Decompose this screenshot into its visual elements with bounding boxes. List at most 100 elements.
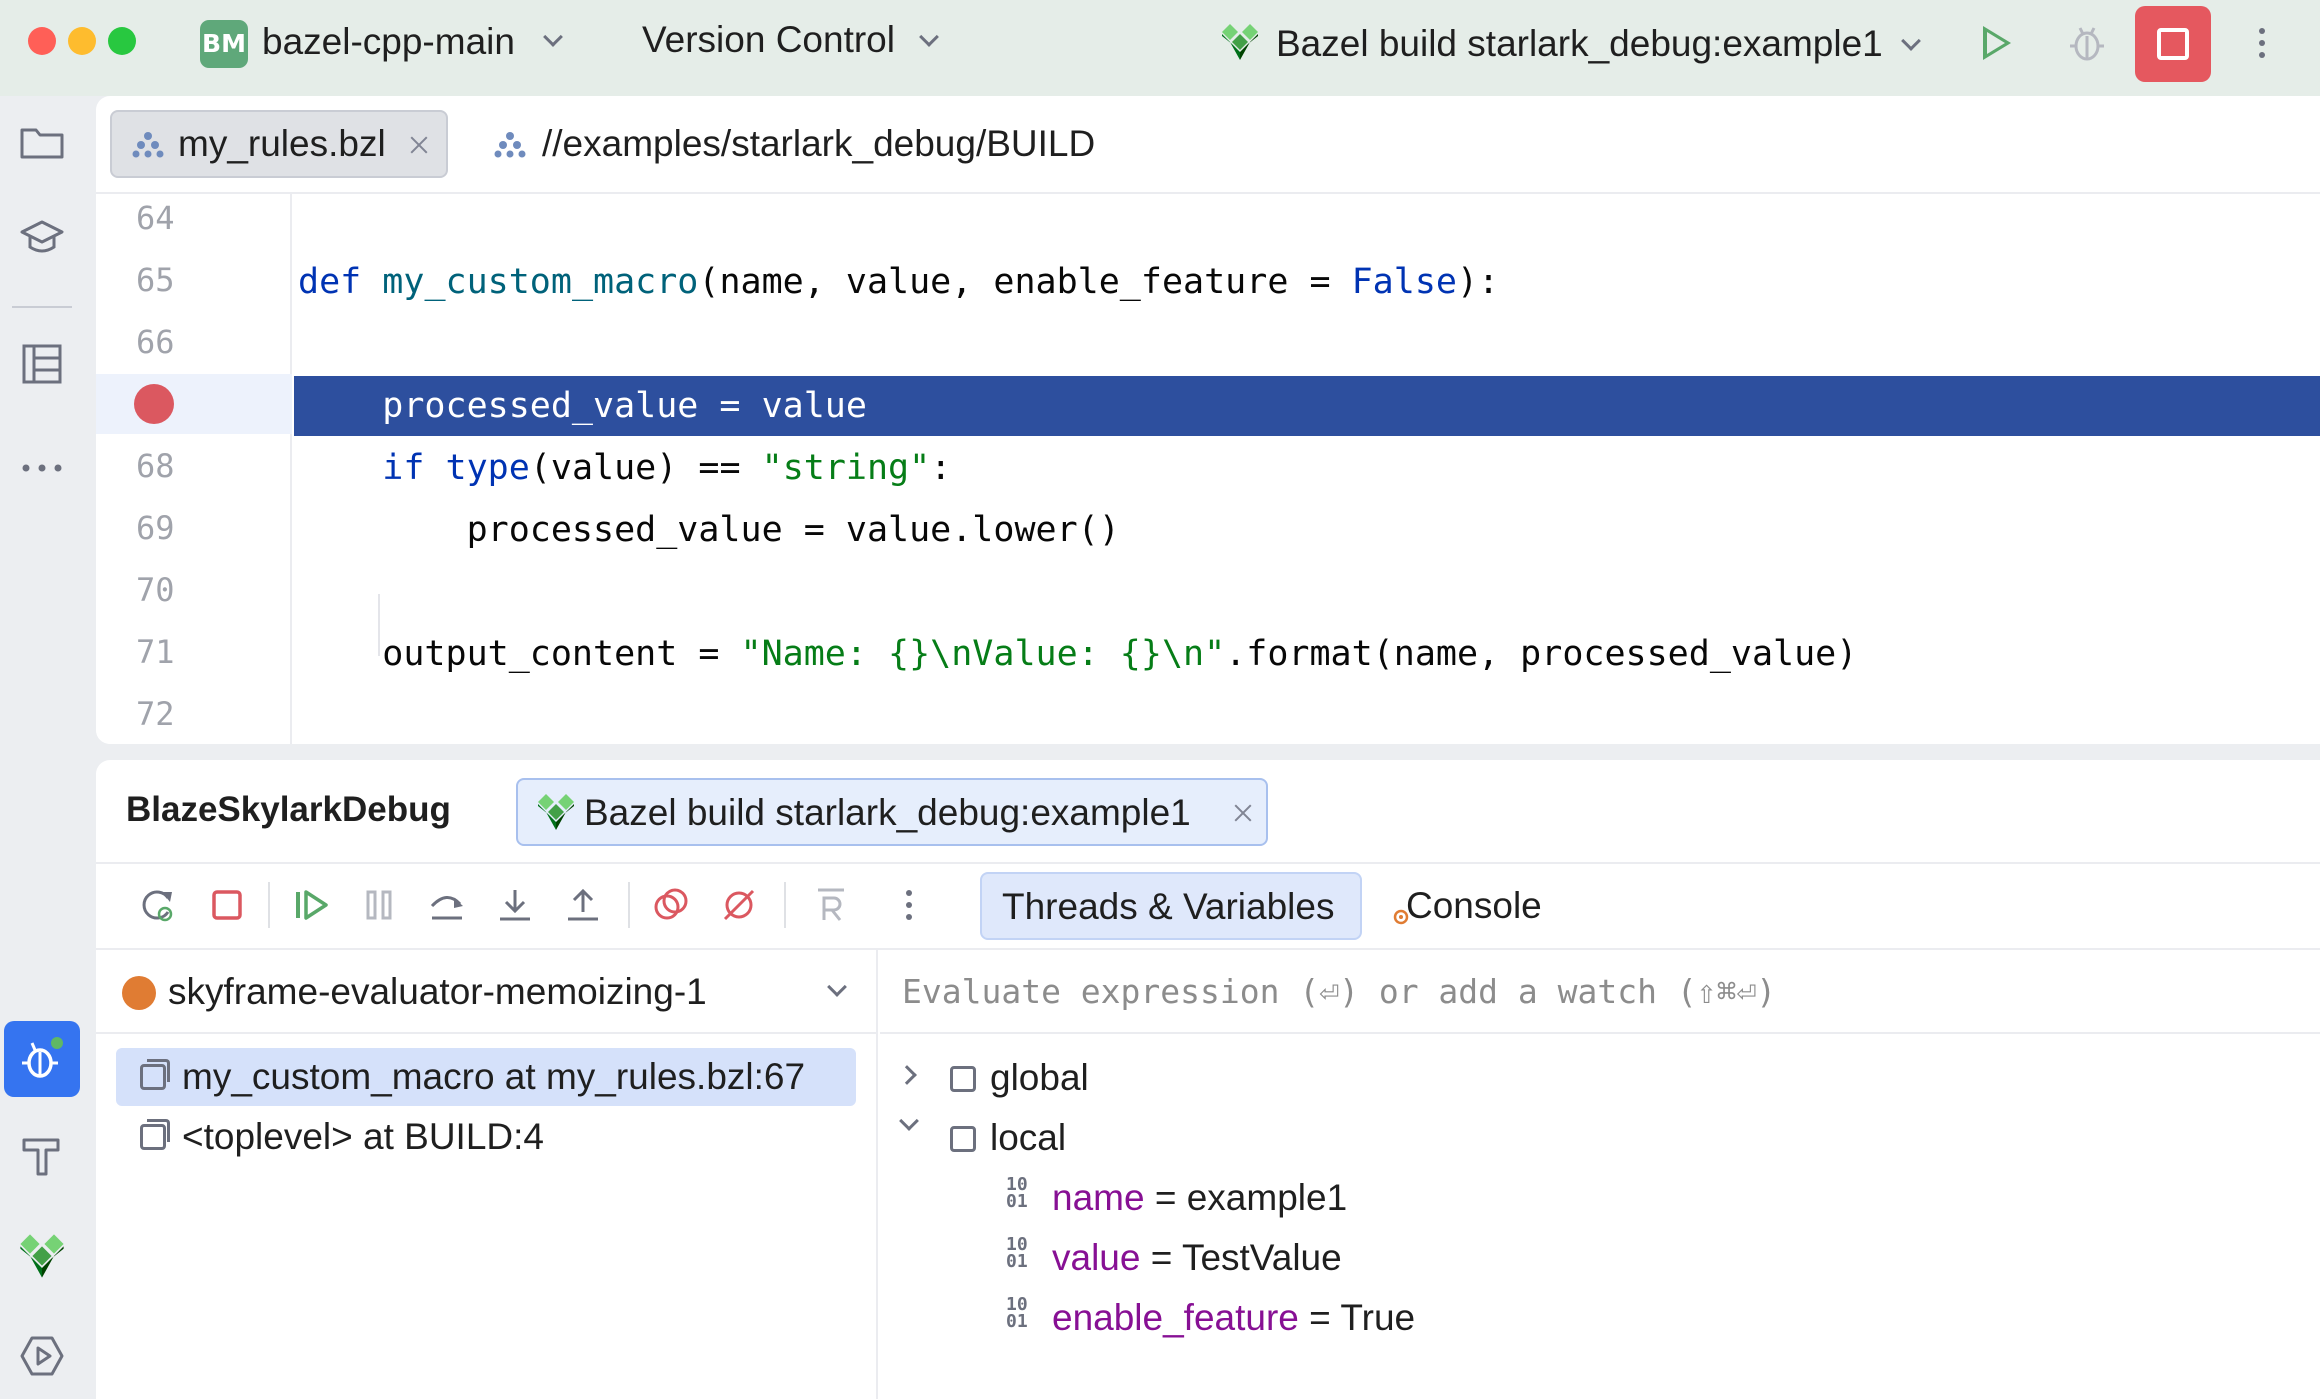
resume-icon[interactable] [292,886,330,924]
code-text: : [930,448,952,488]
structure-icon[interactable] [18,340,66,388]
debug-icon[interactable] [2068,22,2106,64]
chevron-down-icon [1901,31,1921,51]
thread-selector[interactable]: skyframe-evaluator-memoizing-1 [96,950,878,1034]
scope-label: local [990,1117,1067,1158]
breakpoint-icon[interactable] [134,384,174,424]
step-into-icon[interactable] [496,886,534,924]
editor-tabs: my_rules.bzl //examples/starlark_debug/B… [96,96,2320,194]
kebab-dot [2259,40,2265,46]
code-text: (value) == [529,448,762,488]
frame-row[interactable]: <toplevel> at BUILD:4 [116,1108,856,1166]
project-badge: BM [200,20,248,68]
debug-window-title: BlazeSkylarkDebug [126,790,451,829]
view-breakpoints-icon[interactable] [652,886,690,924]
string-literal: "Name: {}\nValue: {}\n" [740,634,1226,674]
bazel-icon[interactable] [18,1232,66,1280]
variable-text: name = example1 [1052,1176,1347,1220]
object-icon [950,1126,976,1152]
editor: my_rules.bzl //examples/starlark_debug/B… [96,96,2320,744]
step-out-icon[interactable] [564,886,602,924]
code-line-69: processed_value = value.lower() [298,510,1120,550]
close-icon[interactable] [1232,802,1254,824]
bug-icon [22,1037,63,1078]
chevron-down-icon [899,1111,919,1131]
toolbar-separator [628,882,630,928]
code-text: ): [1456,262,1500,302]
frames-panel: skyframe-evaluator-memoizing-1 my_custom… [96,950,878,1399]
line-number: 65 [136,261,175,299]
rerun-icon[interactable] [138,886,176,924]
toolbar-separator [784,882,786,928]
thread-status-icon [122,976,156,1010]
equals: = [1144,1177,1187,1218]
project-name: bazel-cpp-main [262,21,515,62]
chevron-down-icon [543,27,563,47]
divider [12,306,72,308]
object-icon [950,1066,976,1092]
learn-icon[interactable] [18,214,66,262]
title-bar: BM bazel-cpp-main Version Control Bazel … [0,0,2320,96]
code-text: output_content = [298,634,741,674]
line-number: 70 [136,571,175,609]
build-hammer-icon[interactable] [18,1132,66,1180]
zoom-window-button[interactable] [108,27,136,55]
evaluate-expression-bar [880,950,2320,1034]
current-line-gutter [96,374,292,434]
minimize-window-button[interactable] [68,27,96,55]
keyword: if [382,448,425,488]
stop-icon[interactable] [208,886,246,924]
kebab-dot [2259,52,2265,58]
debug-session-tab[interactable]: Bazel build starlark_debug:example1 [516,778,1268,846]
frame-row[interactable]: my_custom_macro at my_rules.bzl:67 [116,1048,856,1106]
code-line-65: def my_custom_macro(name, value, enable_… [294,252,2320,312]
kebab-dot [906,902,912,908]
run-icon[interactable] [1983,26,2011,60]
variable-value: TestValue [1181,1237,1342,1278]
toolbar-separator [268,882,270,928]
services-icon[interactable] [18,1332,66,1380]
mute-breakpoints-icon[interactable] [720,886,758,924]
line-number: 66 [136,323,175,361]
primitive-icon: 10 01 [1006,1234,1028,1272]
scope-label: global [990,1057,1089,1098]
more-tools-icon[interactable] [18,444,66,492]
stack-frame-icon [140,1119,170,1150]
variables-panel: global local 1001 name = example1 1001 v… [880,950,2320,1399]
evaluate-expression-input[interactable] [902,966,2282,1016]
line-number: 69 [136,509,175,547]
kebab-dot [906,890,912,896]
debug-tool-button[interactable] [4,1021,80,1097]
code-line-67-current: processed_value = value [294,376,2320,436]
reset-frame-icon[interactable] [812,886,850,924]
stop-icon [2157,28,2189,60]
variable-name: value [1052,1237,1141,1278]
equals: = [1298,1297,1341,1338]
thread-name: skyframe-evaluator-memoizing-1 [168,971,707,1012]
step-over-icon[interactable] [428,886,466,924]
code-text: .format(name, processed_value) [1225,634,1858,674]
debug-tool-window: BlazeSkylarkDebug Bazel build starlark_d… [96,760,2320,1399]
close-icon[interactable] [408,134,430,156]
starlark-file-icon [132,132,164,158]
close-window-button[interactable] [28,27,56,55]
pause-icon[interactable] [360,886,398,924]
kebab-dot [906,914,912,920]
kebab-dot [2259,28,2265,34]
folder-icon[interactable] [18,118,66,166]
code-line-71: output_content = "Name: {}\nValue: {}\n"… [294,624,2320,684]
line-number: 72 [136,695,175,733]
tab-my-rules-bzl[interactable]: my_rules.bzl [110,110,448,178]
line-number-gutter[interactable]: 64 65 66 68 69 70 71 72 [96,194,292,744]
frame-label: my_custom_macro at my_rules.bzl:67 [182,1056,806,1097]
stop-button[interactable] [2135,6,2211,82]
chevron-down-icon [827,977,847,997]
variable-name: enable_feature [1052,1297,1299,1338]
tab-threads-variables[interactable]: Threads & Variables [980,872,1362,940]
variable-text: value = TestValue [1052,1236,1342,1280]
frame-label: <toplevel> at BUILD:4 [182,1116,544,1157]
line-number: 68 [136,447,175,485]
builtin: type [445,448,530,488]
session-tab-label: Bazel build starlark_debug:example1 [584,792,1191,833]
